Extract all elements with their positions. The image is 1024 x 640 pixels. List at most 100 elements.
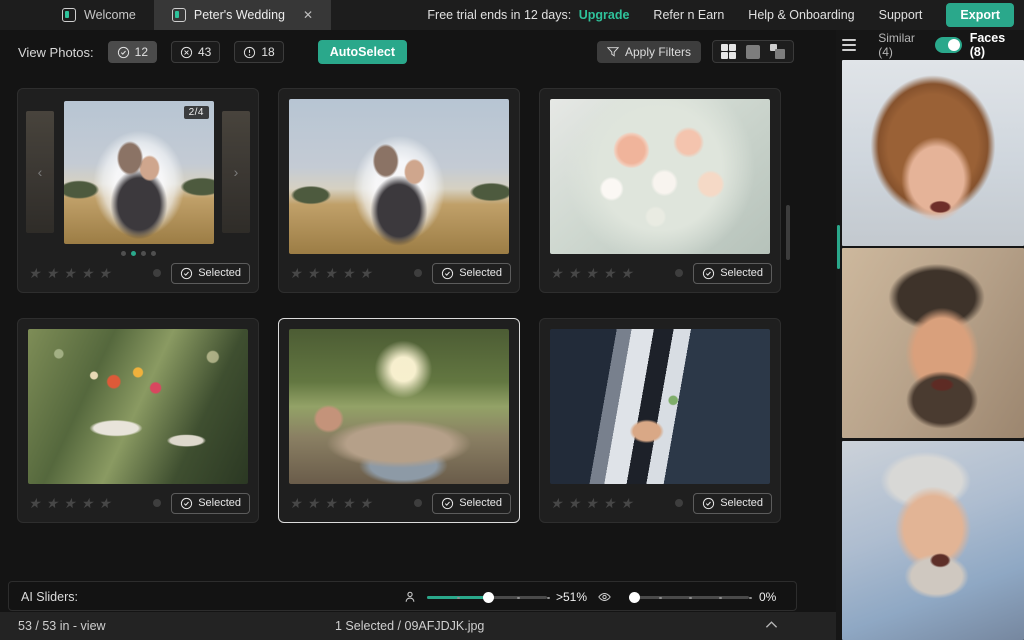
- photo-card[interactable]: ‹ › 2/4 Selected: [17, 88, 259, 293]
- faces-scrollbar[interactable]: [837, 225, 840, 269]
- selected-button[interactable]: Selected: [171, 492, 250, 514]
- similar-faces-toggle[interactable]: [934, 37, 962, 53]
- photo-thumbnail[interactable]: [28, 329, 248, 484]
- photo-card[interactable]: Selected: [17, 318, 259, 523]
- selected-label: Selected: [198, 267, 241, 279]
- star-icon[interactable]: [63, 266, 76, 280]
- close-tab-icon[interactable]: ✕: [303, 8, 313, 22]
- star-icon[interactable]: [81, 496, 94, 510]
- toolbar: View Photos: 12 43 18 AutoSelect Apply F…: [0, 30, 836, 72]
- star-icon[interactable]: [81, 266, 94, 280]
- faces-label[interactable]: Faces (8): [970, 31, 1018, 59]
- star-icon[interactable]: [550, 266, 563, 280]
- star-icon[interactable]: [620, 496, 633, 510]
- carousel-next-icon[interactable]: ›: [222, 111, 250, 233]
- photo-thumbnail[interactable]: [550, 99, 770, 254]
- chevron-up-icon[interactable]: [765, 620, 778, 629]
- star-icon[interactable]: [585, 496, 598, 510]
- check-circle-icon: [442, 497, 454, 509]
- star-icon[interactable]: [324, 496, 337, 510]
- star-icon[interactable]: [585, 266, 598, 280]
- face-thumbnail[interactable]: [842, 248, 1024, 438]
- star-icon[interactable]: [550, 496, 563, 510]
- selected-button[interactable]: Selected: [171, 262, 250, 284]
- star-icon[interactable]: [28, 496, 41, 510]
- help-onboarding-link[interactable]: Help & Onboarding: [748, 8, 854, 22]
- star-icon[interactable]: [307, 496, 320, 510]
- selected-button[interactable]: Selected: [432, 492, 511, 514]
- single-view-icon[interactable]: [746, 44, 760, 59]
- grid-scrollbar[interactable]: [786, 205, 790, 260]
- star-icon[interactable]: [63, 496, 76, 510]
- selected-button[interactable]: Selected: [432, 262, 511, 284]
- face-thumbnail[interactable]: [842, 60, 1024, 246]
- selected-button[interactable]: Selected: [693, 262, 772, 284]
- apply-filters-button[interactable]: Apply Filters: [597, 41, 702, 63]
- star-icon[interactable]: [359, 266, 372, 280]
- refer-n-earn-link[interactable]: Refer n Earn: [653, 8, 724, 22]
- star-rating: [550, 266, 633, 280]
- star-icon[interactable]: [46, 496, 59, 510]
- photo-thumbnail[interactable]: [289, 99, 509, 254]
- photo-card[interactable]: Selected: [539, 88, 781, 293]
- star-icon[interactable]: [359, 496, 372, 510]
- photo-thumbnail[interactable]: [550, 329, 770, 484]
- star-icon[interactable]: [568, 266, 581, 280]
- apply-filters-label: Apply Filters: [625, 45, 692, 59]
- star-icon[interactable]: [620, 266, 633, 280]
- carousel-position-badge: 2/4: [183, 106, 209, 119]
- carousel-dots[interactable]: [18, 251, 258, 256]
- star-icon[interactable]: [603, 266, 616, 280]
- check-circle-icon: [442, 267, 454, 279]
- toggle-knob: [947, 39, 960, 51]
- photo-card[interactable]: Selected: [278, 88, 520, 293]
- grid-view-icon[interactable]: [721, 44, 736, 59]
- star-icon[interactable]: [342, 496, 355, 510]
- tab-peters-wedding[interactable]: Peter's Wedding ✕: [153, 0, 332, 30]
- face-thumbnail[interactable]: [842, 441, 1024, 640]
- eye-slider-knob[interactable]: [629, 592, 640, 603]
- similar-label[interactable]: Similar (4): [878, 31, 927, 59]
- filter-selected-chip[interactable]: 12: [107, 41, 157, 63]
- carousel-prev-icon[interactable]: ‹: [26, 111, 54, 233]
- star-rating: [289, 496, 372, 510]
- photo-card[interactable]: Selected: [539, 318, 781, 523]
- star-icon[interactable]: [289, 266, 302, 280]
- export-button[interactable]: Export: [946, 3, 1014, 27]
- filter-maybe-count: 18: [261, 45, 275, 59]
- support-link[interactable]: Support: [879, 8, 923, 22]
- selected-label: Selected: [198, 497, 241, 509]
- photo-thumbnail[interactable]: [289, 329, 509, 484]
- selected-button[interactable]: Selected: [693, 492, 772, 514]
- menu-icon[interactable]: [842, 39, 857, 51]
- status-dot-icon: [414, 269, 423, 277]
- status-dot-icon: [153, 269, 162, 277]
- star-icon[interactable]: [603, 496, 616, 510]
- selection-filename-text: 1 Selected / 09AFJDJK.jpg: [335, 619, 485, 633]
- star-rating: [28, 266, 111, 280]
- star-icon[interactable]: [568, 496, 581, 510]
- star-icon[interactable]: [28, 266, 41, 280]
- eye-icon: [598, 593, 611, 601]
- tab-welcome[interactable]: Welcome: [44, 0, 154, 30]
- photo-card-focused[interactable]: Selected: [278, 318, 520, 523]
- people-slider-knob[interactable]: [483, 592, 495, 603]
- star-icon[interactable]: [289, 496, 302, 510]
- check-circle-icon: [703, 497, 715, 509]
- autoselect-button[interactable]: AutoSelect: [317, 40, 408, 64]
- survey-view-icon[interactable]: [770, 44, 785, 59]
- eye-slider[interactable]: [629, 591, 752, 603]
- star-icon[interactable]: [324, 266, 337, 280]
- star-icon[interactable]: [46, 266, 59, 280]
- photo-thumbnail[interactable]: 2/4: [64, 101, 214, 244]
- people-slider[interactable]: [427, 591, 550, 603]
- filter-rejected-chip[interactable]: 43: [171, 41, 221, 63]
- star-icon[interactable]: [98, 496, 111, 510]
- filter-maybe-chip[interactable]: 18: [234, 41, 284, 63]
- selected-label: Selected: [720, 497, 763, 509]
- upgrade-link[interactable]: Upgrade: [579, 8, 630, 22]
- view-photos-label: View Photos:: [18, 44, 94, 60]
- star-icon[interactable]: [342, 266, 355, 280]
- star-icon[interactable]: [98, 266, 111, 280]
- star-icon[interactable]: [307, 266, 320, 280]
